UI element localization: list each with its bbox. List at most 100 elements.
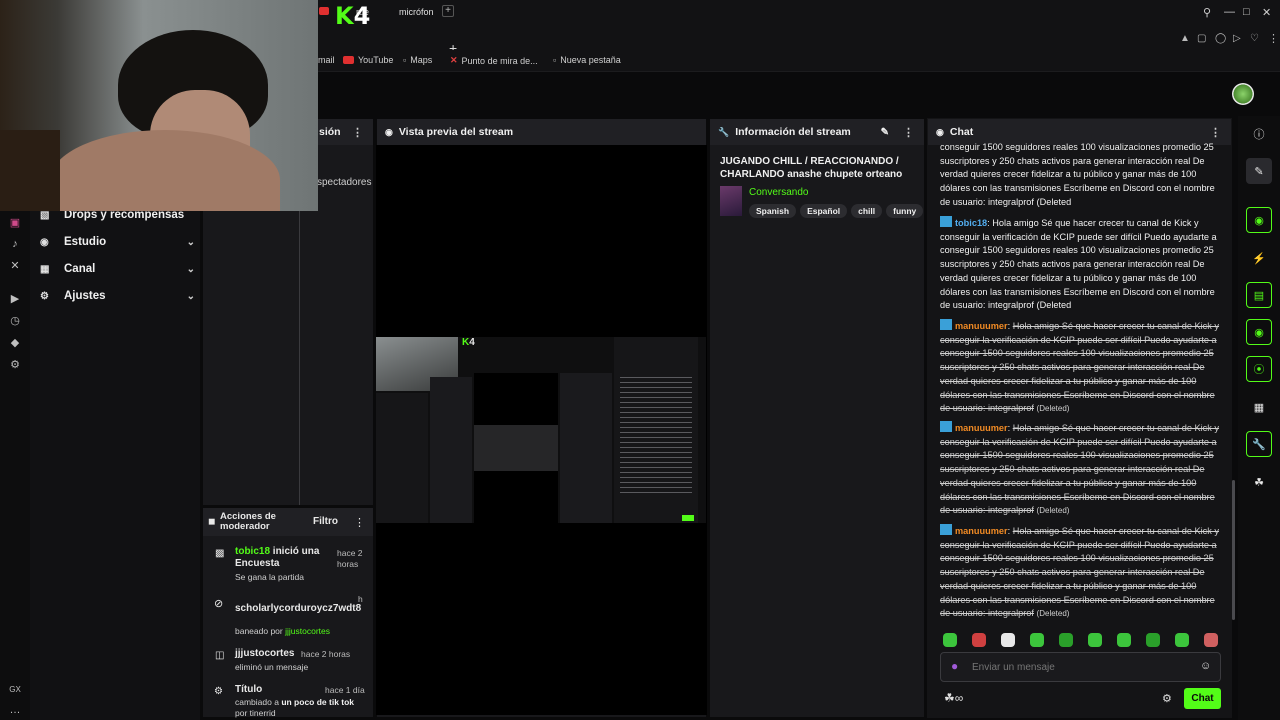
trash-icon: ◫ (215, 650, 225, 661)
play-icon[interactable]: ▷ (1233, 33, 1241, 44)
tag[interactable]: chill (851, 204, 883, 218)
bookmark-nueva-pestana[interactable]: ▫ Nueva pestaña (553, 55, 621, 65)
mod-action-time: h (358, 594, 363, 604)
emote-icon[interactable] (1001, 633, 1015, 647)
bookmark-youtube[interactable]: YouTube (343, 55, 393, 65)
preview-toggle-icon[interactable]: ◉ (1246, 207, 1272, 233)
emote-icon[interactable] (1030, 633, 1044, 647)
emoji-icon[interactable]: ☺ (1200, 660, 1211, 672)
title-change-icon: ⚙ (214, 686, 223, 697)
chat-message: manuuumer: Hola amigo Sé que hacer crece… (940, 421, 1220, 516)
tag[interactable]: Español (800, 204, 848, 218)
more-options-icon[interactable]: ⋮ (352, 126, 363, 139)
chevron-down-icon: ⌄ (186, 236, 195, 248)
wrench-icon[interactable]: 🔧 (1246, 431, 1272, 457)
wrench-icon: 🔧 (718, 126, 730, 137)
tag-list: Spanish Español chill funny (749, 203, 927, 218)
emote-icon[interactable] (1204, 633, 1218, 647)
x-icon[interactable]: ✕ (8, 259, 22, 273)
mod-badge-icon (940, 421, 952, 432)
mod-badge-icon (940, 216, 952, 227)
broadcast-icon[interactable]: ⦿ (1246, 356, 1272, 382)
filter-button[interactable]: Filtro (313, 516, 338, 527)
nested-stream-capture: K4 (376, 337, 706, 523)
tag[interactable]: Spanish (749, 204, 797, 218)
gear-icon: ⚙ (40, 290, 49, 302)
chat-message-input[interactable] (972, 658, 1182, 676)
sidebar-item-ajustes[interactable]: ⚙ Ajustes ⌄ (40, 286, 195, 306)
kick-points-icon[interactable]: ☘∞ (944, 691, 963, 705)
mod-action-user: Título (235, 684, 263, 695)
heart-icon[interactable]: ♡ (1250, 33, 1259, 44)
microphone-icon[interactable]: ● (951, 659, 958, 673)
nested-inner-capture (474, 425, 558, 471)
nested-logo: K4 (462, 337, 475, 348)
emote-icon[interactable] (1175, 633, 1189, 647)
gift-icon: ▧ (40, 209, 50, 221)
more-options-icon[interactable]: ⋮ (1210, 126, 1221, 139)
extensions-icon[interactable]: ◆ (8, 336, 22, 350)
nested-chat-text (620, 377, 692, 495)
chat-send-button[interactable]: Chat (1184, 688, 1221, 709)
tag[interactable]: funny (886, 204, 924, 218)
mod-action-time: hace 2 horas (301, 649, 351, 659)
youtube-tab-icon[interactable] (319, 7, 329, 15)
chat-bubble-icon: ◉ (936, 126, 944, 137)
bookmark-punto-de-mira[interactable]: ✕ Punto de mira de... (450, 55, 538, 66)
new-tab-button[interactable]: + (442, 5, 454, 17)
instagram-icon[interactable]: ▣ (8, 216, 22, 230)
lightning-icon[interactable]: ⚡ (1246, 245, 1272, 271)
search-icon[interactable]: ⚲ (1203, 6, 1211, 19)
emote-icon[interactable] (972, 633, 986, 647)
notes-icon[interactable]: ▤ (1246, 282, 1272, 308)
bookmark-maps[interactable]: ▫ Maps (403, 55, 432, 65)
menu-icon[interactable]: ⋮ (1268, 32, 1279, 45)
shield-icon[interactable]: ◯ (1215, 33, 1226, 44)
emote-icon[interactable] (943, 633, 957, 647)
page-icon: ▫ (553, 55, 557, 65)
more-options-icon[interactable]: ⋮ (903, 126, 914, 139)
more-icon[interactable]: … (8, 703, 22, 717)
emote-icon[interactable] (1146, 633, 1160, 647)
bookmark-mail[interactable]: mail (318, 55, 335, 65)
poll-icon: ▩ (215, 548, 225, 559)
category-thumbnail[interactable] (720, 186, 742, 216)
player-icon[interactable]: ▶ (8, 292, 22, 306)
chat-message: conseguir 1500 seguidores reales 100 vis… (940, 142, 1215, 207)
tiktok-icon[interactable]: ♪ (8, 237, 22, 251)
edit-icon[interactable]: ✎ (881, 127, 889, 138)
preview-icon: ◉ (385, 126, 393, 137)
youtube-icon (343, 56, 354, 64)
active-tab[interactable]: micrófon (399, 7, 434, 17)
emote-icon[interactable] (1059, 633, 1073, 647)
mod-action-detail: Se gana la partida (235, 572, 304, 582)
viewers-label: spectadores (317, 177, 372, 188)
chevron-down-icon: ⌄ (186, 263, 195, 275)
sidebar-item-canal[interactable]: ▦ Canal ⌄ (40, 259, 195, 279)
apps-icon[interactable]: ☘ (1246, 469, 1272, 495)
restore-icon[interactable]: □ (1243, 6, 1250, 18)
more-options-icon[interactable]: ⋮ (354, 516, 365, 529)
info-icon[interactable]: ⓘ (1246, 121, 1272, 147)
mod-action-user: tobic18 inició una Encuesta (235, 546, 320, 569)
ban-icon: ⊘ (214, 598, 224, 610)
pin-icon[interactable]: ▲ (1180, 33, 1190, 44)
chat-scrollbar[interactable] (1232, 480, 1235, 620)
chevron-down-icon: ⌄ (186, 290, 195, 302)
chat-toggle-icon[interactable]: ◉ (1246, 319, 1272, 345)
history-icon[interactable]: ◷ (8, 314, 22, 328)
screenshot-icon[interactable]: ▢ (1197, 33, 1206, 44)
category-name[interactable]: Conversando (749, 187, 808, 198)
emote-icon[interactable] (1117, 633, 1131, 647)
mod-actions-title: Acciones de moderador (220, 511, 276, 532)
avatar[interactable] (1232, 83, 1254, 105)
emote-icon[interactable] (1088, 633, 1102, 647)
settings-icon[interactable]: ⚙ (8, 358, 22, 372)
edit-icon[interactable]: ✎ (1246, 158, 1272, 184)
sidebar-item-estudio[interactable]: ◉ Estudio ⌄ (40, 232, 195, 252)
nested-info-panel (560, 373, 612, 523)
chat-settings-icon[interactable]: ⚙ (1162, 692, 1172, 705)
close-icon[interactable]: ✕ (1262, 6, 1271, 19)
minimize-icon[interactable]: — (1224, 6, 1235, 18)
layout-icon[interactable]: ▦ (1246, 394, 1272, 420)
